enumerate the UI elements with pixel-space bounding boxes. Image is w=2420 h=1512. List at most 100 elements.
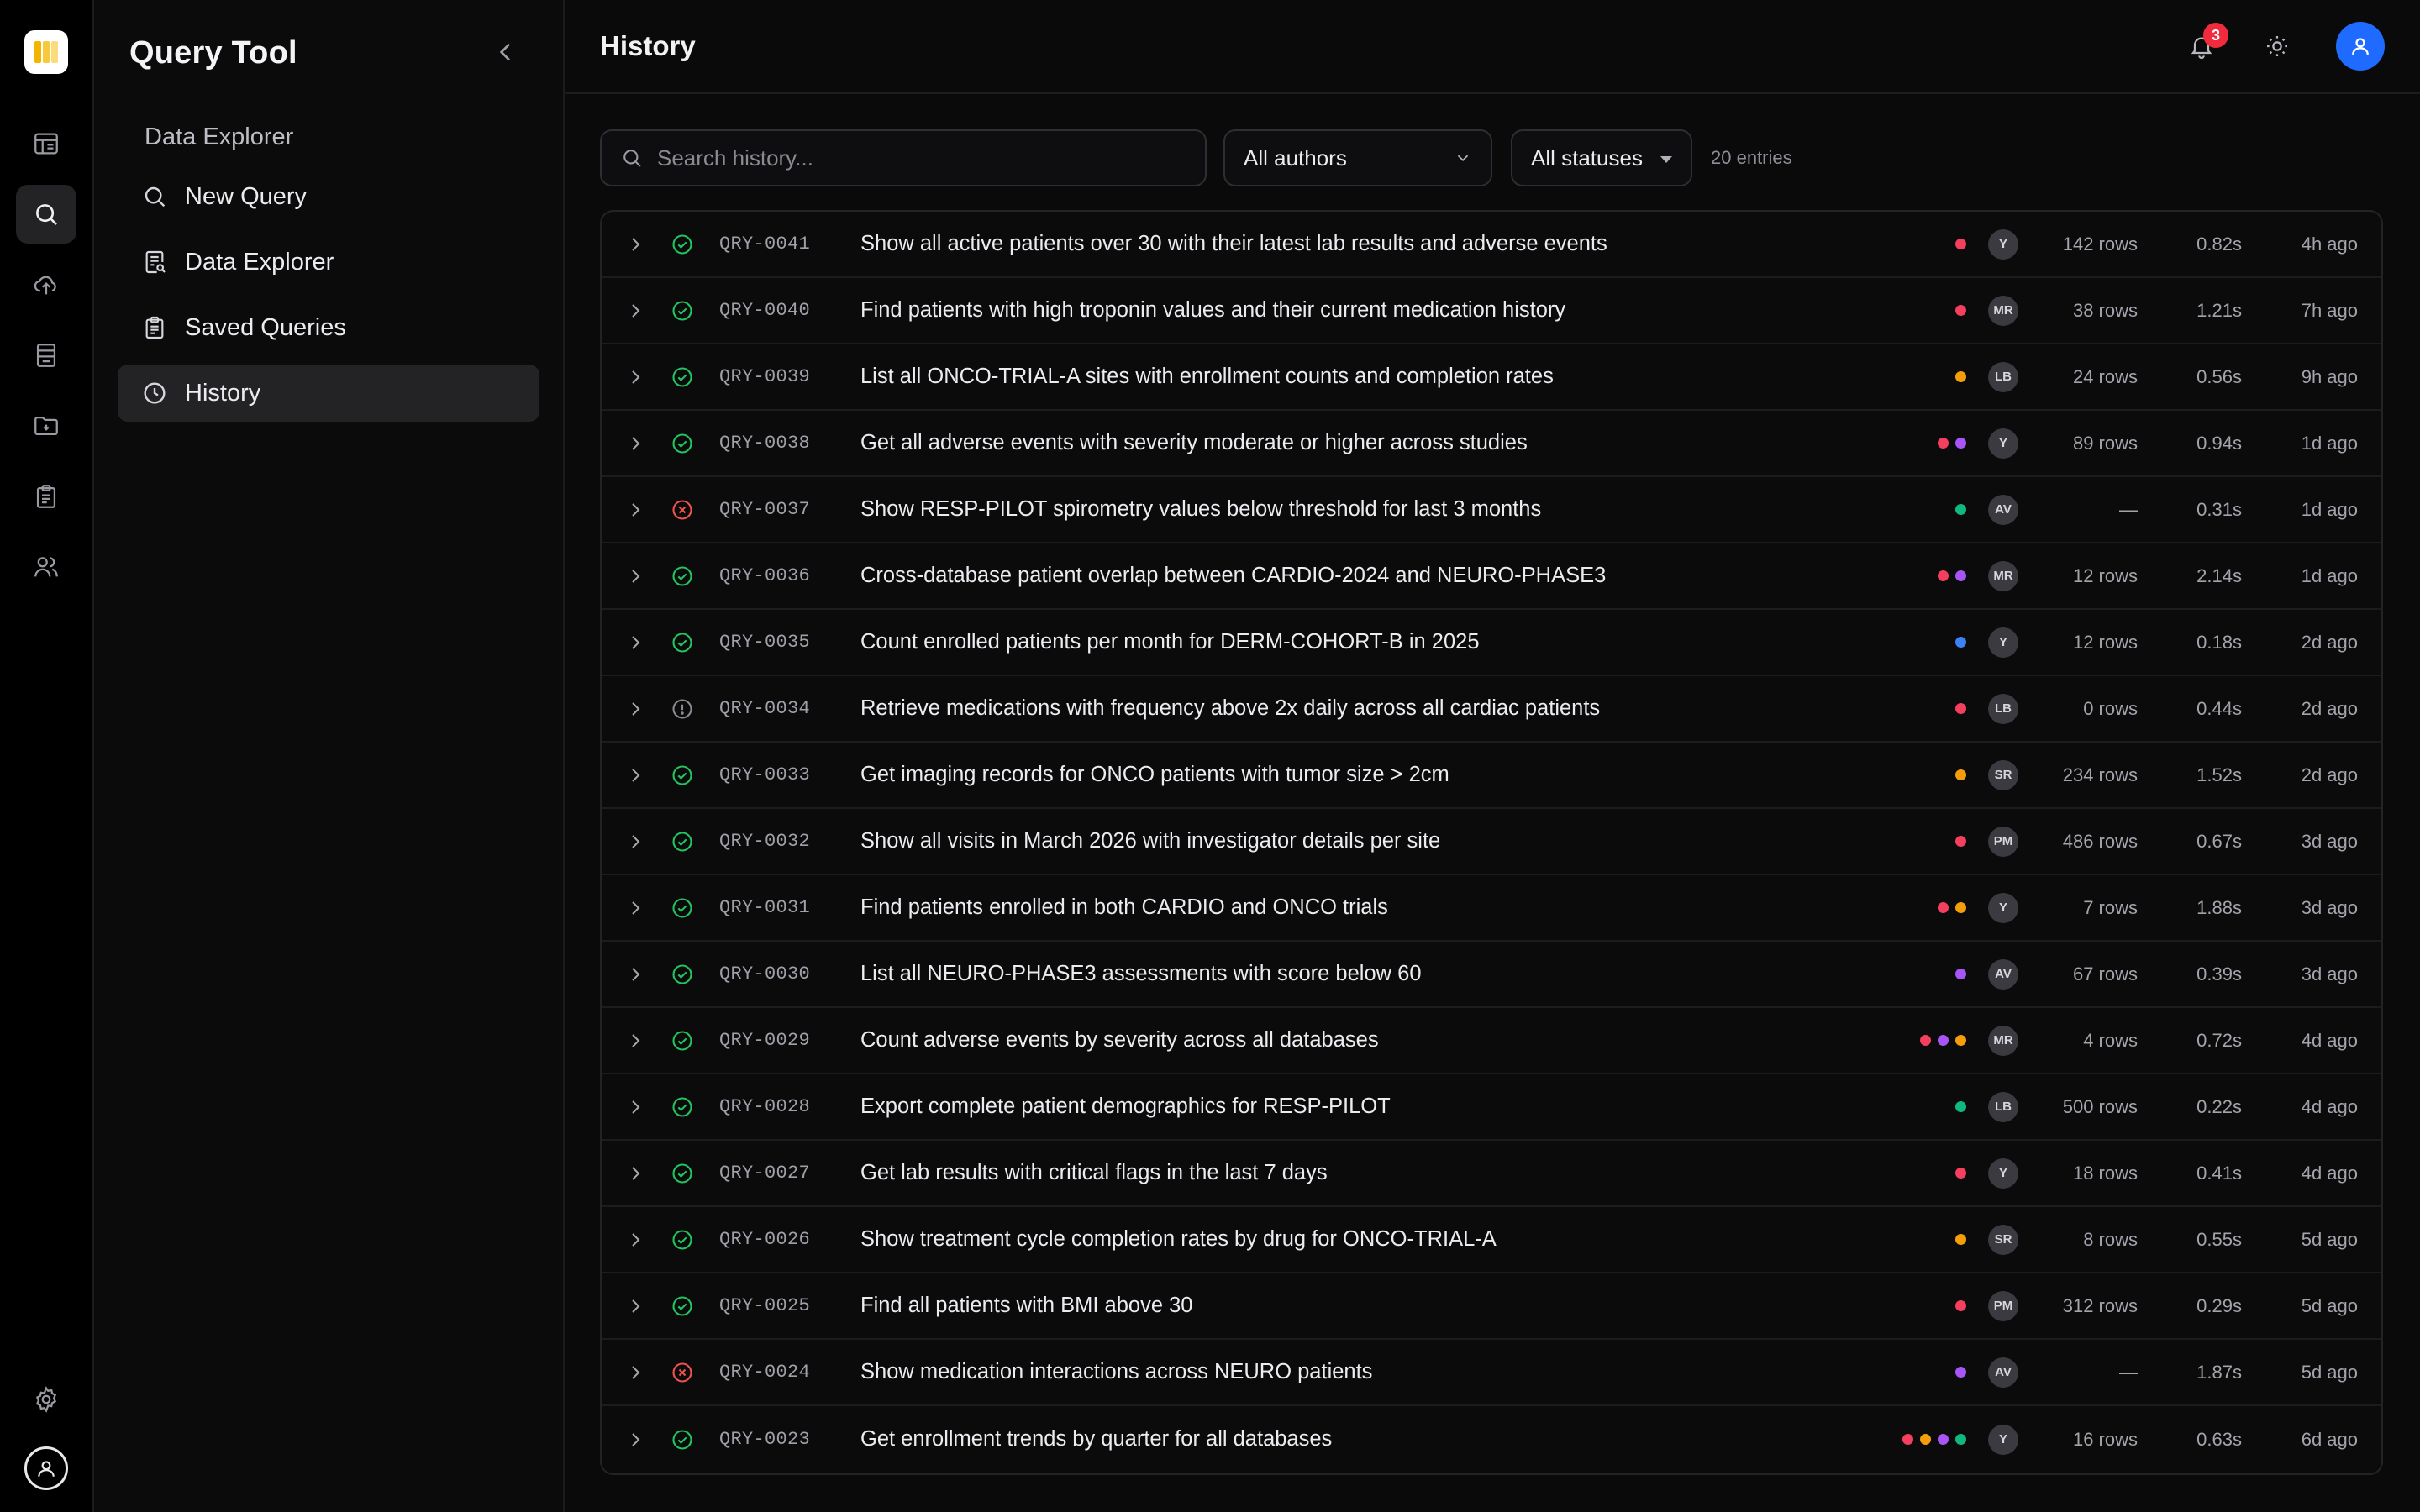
table-row[interactable]: QRY-0025 Find all patients with BMI abov…: [602, 1273, 2381, 1340]
table-row[interactable]: QRY-0027 Get lab results with critical f…: [602, 1141, 2381, 1207]
chevron-right-icon[interactable]: [625, 433, 645, 454]
notifications-button[interactable]: 3: [2185, 23, 2228, 63]
topbar: History 3: [565, 0, 2420, 94]
database-dots: [1955, 1101, 1966, 1112]
users-icon[interactable]: [16, 538, 76, 596]
database-dot: [1938, 1035, 1949, 1046]
table-row[interactable]: QRY-0023 Get enrollment trends by quarte…: [602, 1406, 2381, 1473]
table-row[interactable]: QRY-0041 Show all active patients over 3…: [602, 212, 2381, 278]
query-description[interactable]: Export complete patient demographics for…: [860, 1095, 1391, 1119]
theme-toggle-button[interactable]: [2260, 29, 2294, 63]
query-description[interactable]: Retrieve medications with frequency abov…: [860, 696, 1600, 721]
author-filter-select[interactable]: All authors: [1223, 129, 1492, 186]
sidebar-item-data-explorer[interactable]: Data Explorer: [118, 234, 539, 291]
query-description[interactable]: Get all adverse events with severity mod…: [860, 431, 1528, 455]
query-description[interactable]: Count adverse events by severity across …: [860, 1028, 1379, 1053]
table-row[interactable]: QRY-0024 Show medication interactions ac…: [602, 1340, 2381, 1406]
author-avatar: LB: [1988, 1091, 2018, 1122]
chevron-right-icon[interactable]: [625, 898, 645, 918]
query-description[interactable]: Count enrolled patients per month for DE…: [860, 630, 1480, 654]
chevron-right-icon[interactable]: [625, 566, 645, 586]
query-description[interactable]: Show RESP-PILOT spirometry values below …: [860, 497, 1541, 522]
app-logo-icon[interactable]: [24, 30, 68, 74]
table-row[interactable]: QRY-0032 Show all visits in March 2026 w…: [602, 809, 2381, 875]
user-icon[interactable]: [24, 1446, 68, 1490]
chevron-right-icon[interactable]: [625, 832, 645, 852]
table-row[interactable]: QRY-0034 Retrieve medications with frequ…: [602, 676, 2381, 743]
relative-time: 5d ago: [2301, 1361, 2358, 1383]
dashboard-icon[interactable]: [16, 114, 76, 173]
chevron-right-icon[interactable]: [625, 1430, 645, 1450]
chevron-right-icon[interactable]: [625, 633, 645, 653]
database-dots: [1955, 703, 1966, 714]
query-description[interactable]: Show all active patients over 30 with th…: [860, 232, 1607, 256]
query-description[interactable]: Cross-database patient overlap between C…: [860, 564, 1606, 588]
table-row[interactable]: QRY-0038 Get all adverse events with sev…: [602, 411, 2381, 477]
query-description[interactable]: Show treatment cycle completion rates by…: [860, 1227, 1497, 1252]
table-row[interactable]: QRY-0035 Count enrolled patients per mon…: [602, 610, 2381, 676]
clipboard-icon[interactable]: [16, 467, 76, 526]
duration: 0.55s: [2196, 1228, 2242, 1250]
chevron-right-icon[interactable]: [625, 1362, 645, 1383]
table-row[interactable]: QRY-0036 Cross-database patient overlap …: [602, 543, 2381, 610]
table-row[interactable]: QRY-0031 Find patients enrolled in both …: [602, 875, 2381, 942]
query-description[interactable]: Find all patients with BMI above 30: [860, 1294, 1192, 1318]
database-dots: [1955, 769, 1966, 780]
table-row[interactable]: QRY-0037 Show RESP-PILOT spirometry valu…: [602, 477, 2381, 543]
relative-time: 1d ago: [2301, 432, 2358, 454]
status-filter-select[interactable]: All statuses: [1511, 129, 1692, 186]
query-description[interactable]: Get imaging records for ONCO patients wi…: [860, 763, 1449, 787]
table-row[interactable]: QRY-0028 Export complete patient demogra…: [602, 1074, 2381, 1141]
author-avatar: LB: [1988, 693, 2018, 724]
chevron-right-icon[interactable]: [625, 964, 645, 984]
table-row[interactable]: QRY-0033 Get imaging records for ONCO pa…: [602, 743, 2381, 809]
folder-icon[interactable]: [16, 396, 76, 455]
search-icon[interactable]: [16, 185, 76, 244]
chevron-right-icon[interactable]: [625, 1163, 645, 1184]
author-avatar: AV: [1988, 1357, 2018, 1388]
database-dots: [1955, 371, 1966, 382]
table-row[interactable]: QRY-0029 Count adverse events by severit…: [602, 1008, 2381, 1074]
duration: 1.87s: [2196, 1361, 2242, 1383]
table-row[interactable]: QRY-0040 Find patients with high troponi…: [602, 278, 2381, 344]
sidebar-item-history[interactable]: History: [118, 365, 539, 422]
sidebar-item-saved-queries[interactable]: Saved Queries: [118, 299, 539, 356]
upload-icon[interactable]: [16, 255, 76, 314]
table-row[interactable]: QRY-0030 List all NEURO-PHASE3 assessmen…: [602, 942, 2381, 1008]
chevron-right-icon[interactable]: [625, 500, 645, 520]
table-row[interactable]: QRY-0039 List all ONCO-TRIAL-A sites wit…: [602, 344, 2381, 411]
table-row[interactable]: QRY-0026 Show treatment cycle completion…: [602, 1207, 2381, 1273]
query-description[interactable]: Show medication interactions across NEUR…: [860, 1360, 1372, 1384]
author-avatar: LB: [1988, 361, 2018, 392]
query-description[interactable]: List all NEURO-PHASE3 assessments with s…: [860, 962, 1422, 986]
user-menu-button[interactable]: [2336, 22, 2385, 71]
relative-time: 4h ago: [2301, 233, 2358, 255]
chevron-right-icon[interactable]: [625, 301, 645, 321]
chevron-right-icon[interactable]: [625, 1097, 645, 1117]
chevron-right-icon[interactable]: [625, 1296, 645, 1316]
chevron-right-icon[interactable]: [625, 765, 645, 785]
database-icon[interactable]: [16, 326, 76, 385]
query-description[interactable]: Find patients with high troponin values …: [860, 298, 1565, 323]
chevron-right-icon[interactable]: [625, 1031, 645, 1051]
chevron-right-icon[interactable]: [625, 234, 645, 255]
chevron-right-icon[interactable]: [625, 1230, 645, 1250]
query-id: QRY-0040: [719, 300, 811, 321]
query-description[interactable]: Show all visits in March 2026 with inves…: [860, 829, 1440, 853]
row-count: 89 rows: [2072, 432, 2138, 454]
database-dot: [1938, 1434, 1949, 1445]
chevron-right-icon[interactable]: [625, 699, 645, 719]
query-id: QRY-0029: [719, 1030, 811, 1051]
chevron-right-icon[interactable]: [625, 367, 645, 387]
search-input[interactable]: [657, 144, 1205, 171]
row-count: 38 rows: [2072, 299, 2138, 321]
query-description[interactable]: Get lab results with critical flags in t…: [860, 1161, 1328, 1185]
settings-icon[interactable]: [16, 1383, 76, 1416]
sidebar-item-new-query[interactable]: New Query: [118, 168, 539, 225]
author-avatar: AV: [1988, 958, 2018, 990]
database-dot: [1955, 1168, 1966, 1179]
query-description[interactable]: List all ONCO-TRIAL-A sites with enrollm…: [860, 365, 1554, 389]
query-description[interactable]: Find patients enrolled in both CARDIO an…: [860, 895, 1388, 920]
collapse-chevron-icon[interactable]: [492, 39, 519, 66]
query-description[interactable]: Get enrollment trends by quarter for all…: [860, 1427, 1332, 1452]
